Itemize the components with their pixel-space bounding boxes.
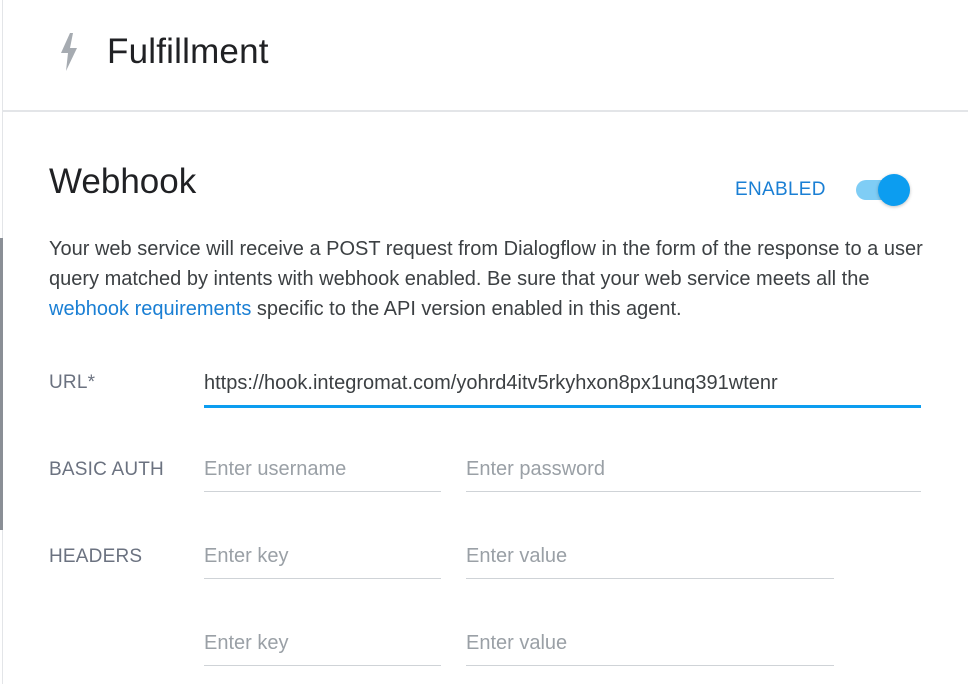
description-text-before: Your web service will receive a POST req… <box>49 238 923 290</box>
header-key-field-wrapper <box>204 538 441 579</box>
basic-auth-label: BASIC AUTH <box>49 459 164 480</box>
headers-label: HEADERS <box>49 546 143 567</box>
webhook-title: Webhook <box>49 162 197 201</box>
toggle-knob <box>878 174 910 206</box>
header-value-input[interactable] <box>466 625 834 661</box>
description-text-after: specific to the API version enabled in t… <box>251 298 682 320</box>
username-input[interactable] <box>204 451 441 487</box>
webhook-enabled-toggle[interactable] <box>856 174 912 206</box>
header-value-field-wrapper <box>466 625 834 666</box>
webhook-status-label: ENABLED <box>735 179 826 200</box>
header-key-input[interactable] <box>204 625 441 661</box>
password-input[interactable] <box>466 451 921 487</box>
webhook-description: Your web service will receive a POST req… <box>49 234 929 324</box>
header-key-field-wrapper <box>204 625 441 666</box>
username-field-wrapper <box>204 451 441 492</box>
page-title: Fulfillment <box>107 32 269 71</box>
page-header: Fulfillment <box>3 0 968 112</box>
lightning-bolt-icon <box>61 33 77 71</box>
header-key-input[interactable] <box>204 538 441 574</box>
scrollbar[interactable] <box>0 238 3 530</box>
url-label: URL* <box>49 372 96 393</box>
webhook-requirements-link[interactable]: webhook requirements <box>49 298 251 320</box>
password-field-wrapper <box>466 451 921 492</box>
header-value-input[interactable] <box>466 538 834 574</box>
url-field-wrapper <box>204 365 921 408</box>
url-input[interactable] <box>204 365 921 401</box>
fulfillment-page: Fulfillment Webhook ENABLED Your web ser… <box>0 0 968 684</box>
header-value-field-wrapper <box>466 538 834 579</box>
